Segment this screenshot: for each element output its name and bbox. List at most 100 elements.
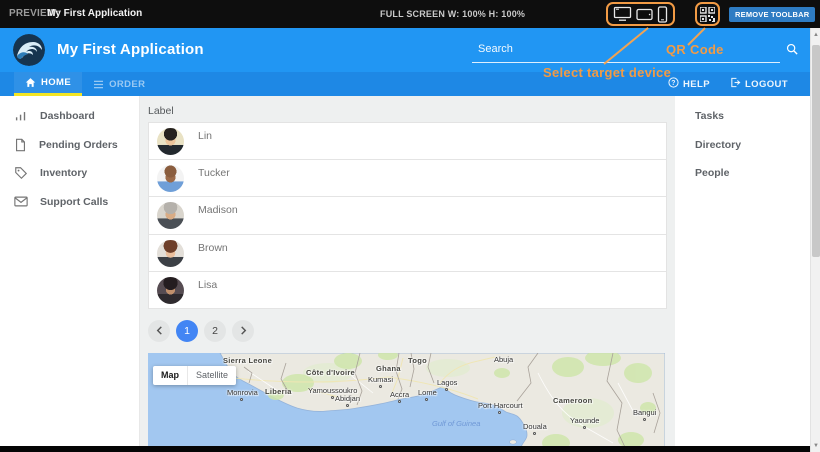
person-name: Madison: [198, 204, 238, 216]
desktop-icon[interactable]: [613, 6, 632, 22]
map-type-map-button[interactable]: Map: [153, 370, 187, 380]
sidebar-item-directory[interactable]: Directory: [675, 131, 810, 160]
help-link[interactable]: ? HELP: [668, 77, 710, 91]
nav-tabs: HOME ORDER: [14, 72, 156, 96]
person-name: Tucker: [198, 167, 230, 179]
map-label-lagos: Lagos: [437, 378, 457, 387]
list-item-tucker[interactable]: Tucker: [149, 160, 666, 197]
menu-icon: [93, 80, 104, 89]
right-sidebar: Tasks Directory People: [675, 96, 810, 452]
device-selector-group: [606, 2, 675, 26]
scroll-up-arrow[interactable]: ▲: [811, 28, 820, 41]
logout-label: LOGOUT: [745, 79, 788, 90]
avatar: [157, 202, 184, 229]
list-item-lisa[interactable]: Lisa: [149, 272, 666, 309]
pagination-page-1-button[interactable]: 1: [176, 320, 198, 342]
logout-link[interactable]: LOGOUT: [730, 77, 788, 91]
qr-code-button[interactable]: [695, 2, 720, 26]
annotation-select-target-device: Select target device: [543, 65, 671, 80]
map-label-cameroon: Cameroon: [553, 396, 593, 405]
map-label-abuja: Abuja: [494, 355, 513, 364]
map-type-satellite-button[interactable]: Satellite: [188, 370, 236, 380]
map-label-c-te-d-ivoire: Côte d'Ivoire: [306, 368, 355, 377]
map-type-control: Map Satellite: [153, 366, 236, 385]
map-label-monrovia: Monrovia: [227, 388, 258, 397]
navbar-right: ? HELP LOGOUT: [668, 72, 788, 96]
sidebar-item-label: Directory: [695, 139, 741, 151]
avatar: [157, 128, 184, 155]
map-label-liberia: Liberia: [265, 387, 292, 396]
help-label: HELP: [683, 79, 710, 90]
city-marker-dot: [533, 432, 536, 435]
chevron-left-icon: [156, 326, 163, 335]
list-item-brown[interactable]: Brown: [149, 235, 666, 272]
vertical-scrollbar[interactable]: ▲ ▼: [810, 28, 820, 452]
city-marker-dot: [346, 404, 349, 407]
sidebar-item-tasks[interactable]: Tasks: [675, 102, 810, 131]
city-marker-dot: [379, 385, 382, 388]
map-label-kumasi: Kumasi: [368, 375, 393, 384]
map-widget[interactable]: Map Satellite Sierra Leone Côte d'Ivoire G…: [148, 353, 665, 452]
phone-icon[interactable]: [657, 6, 668, 23]
sidebar-item-dashboard[interactable]: Dashboard: [0, 102, 139, 131]
city-marker-dot: [331, 396, 334, 399]
sidebar-item-pending-orders[interactable]: Pending Orders: [0, 131, 139, 160]
tab-label: HOME: [41, 77, 71, 88]
map-label-port-harcourt: Port Harcourt: [478, 401, 523, 410]
pagination-prev-button[interactable]: [148, 320, 170, 342]
sidebar-item-label: Tasks: [695, 110, 724, 122]
search-icon[interactable]: [786, 42, 798, 60]
tab-home[interactable]: HOME: [14, 72, 82, 96]
left-sidebar: Dashboard Pending Orders Inventory Support …: [0, 96, 140, 452]
main-content: Label Lin Tucker Madison Brown Lisa 12: [140, 96, 675, 452]
fullscreen-info: FULL SCREEN W: 100% H: 100%: [380, 9, 525, 19]
app-navbar: HOME ORDER ? HELP LOGOUT: [0, 72, 810, 96]
search-input[interactable]: Search: [472, 38, 780, 63]
people-list: Lin Tucker Madison Brown Lisa: [148, 122, 667, 309]
city-marker-dot: [398, 400, 401, 403]
pagination-next-button[interactable]: [232, 320, 254, 342]
map-label-sierra-leone: Sierra Leone: [223, 356, 272, 365]
avatar: [157, 240, 184, 267]
sidebar-item-people[interactable]: People: [675, 159, 810, 188]
list-item-lin[interactable]: Lin: [149, 123, 666, 160]
wave-logo: [13, 34, 45, 66]
page-title: My First Application: [57, 41, 204, 58]
map-label-togo: Togo: [408, 356, 427, 365]
list-item-madison[interactable]: Madison: [149, 197, 666, 234]
envelope-icon: [14, 196, 28, 207]
tablet-icon[interactable]: [636, 8, 653, 21]
bar-chart-icon: [14, 109, 28, 123]
map-label-yaounde: Yaounde: [570, 416, 599, 425]
tab-label: ORDER: [109, 79, 145, 90]
home-icon: [25, 77, 36, 88]
sidebar-item-label: People: [695, 167, 729, 179]
list-title: Label: [148, 105, 667, 122]
city-marker-dot: [583, 426, 586, 429]
map-label-gulf-of-guinea: Gulf of Guinea: [432, 419, 480, 428]
preview-app-name: My First Application: [47, 8, 142, 19]
map-label-lome: Lome: [418, 388, 437, 397]
scrollbar-thumb[interactable]: [812, 45, 820, 257]
pagination-page-2-button[interactable]: 2: [204, 320, 226, 342]
document-icon: [14, 138, 27, 152]
scroll-down-arrow[interactable]: ▼: [811, 439, 820, 452]
tag-icon: [14, 166, 28, 180]
svg-text:?: ?: [671, 80, 676, 87]
sidebar-item-inventory[interactable]: Inventory: [0, 159, 139, 188]
right-sidebar-items: Tasks Directory People: [675, 102, 810, 188]
map-label-bangui: Bangui: [633, 408, 656, 417]
search-placeholder: Search: [478, 43, 513, 55]
sidebar-item-support-calls[interactable]: Support Calls: [0, 188, 139, 217]
avatar: [157, 165, 184, 192]
sidebar-item-label: Pending Orders: [39, 139, 118, 151]
remove-toolbar-button[interactable]: REMOVE TOOLBAR: [729, 7, 815, 22]
person-name: Lisa: [198, 279, 217, 291]
sidebar-item-label: Inventory: [40, 167, 87, 179]
map-label-douala: Douala: [523, 422, 547, 431]
tab-order[interactable]: ORDER: [82, 72, 156, 96]
sidebar-item-label: Dashboard: [40, 110, 95, 122]
avatar: [157, 277, 184, 304]
logout-icon: [730, 77, 741, 91]
app-preview-window: PREVIEW: My First Application FULL SCREE…: [0, 0, 820, 452]
